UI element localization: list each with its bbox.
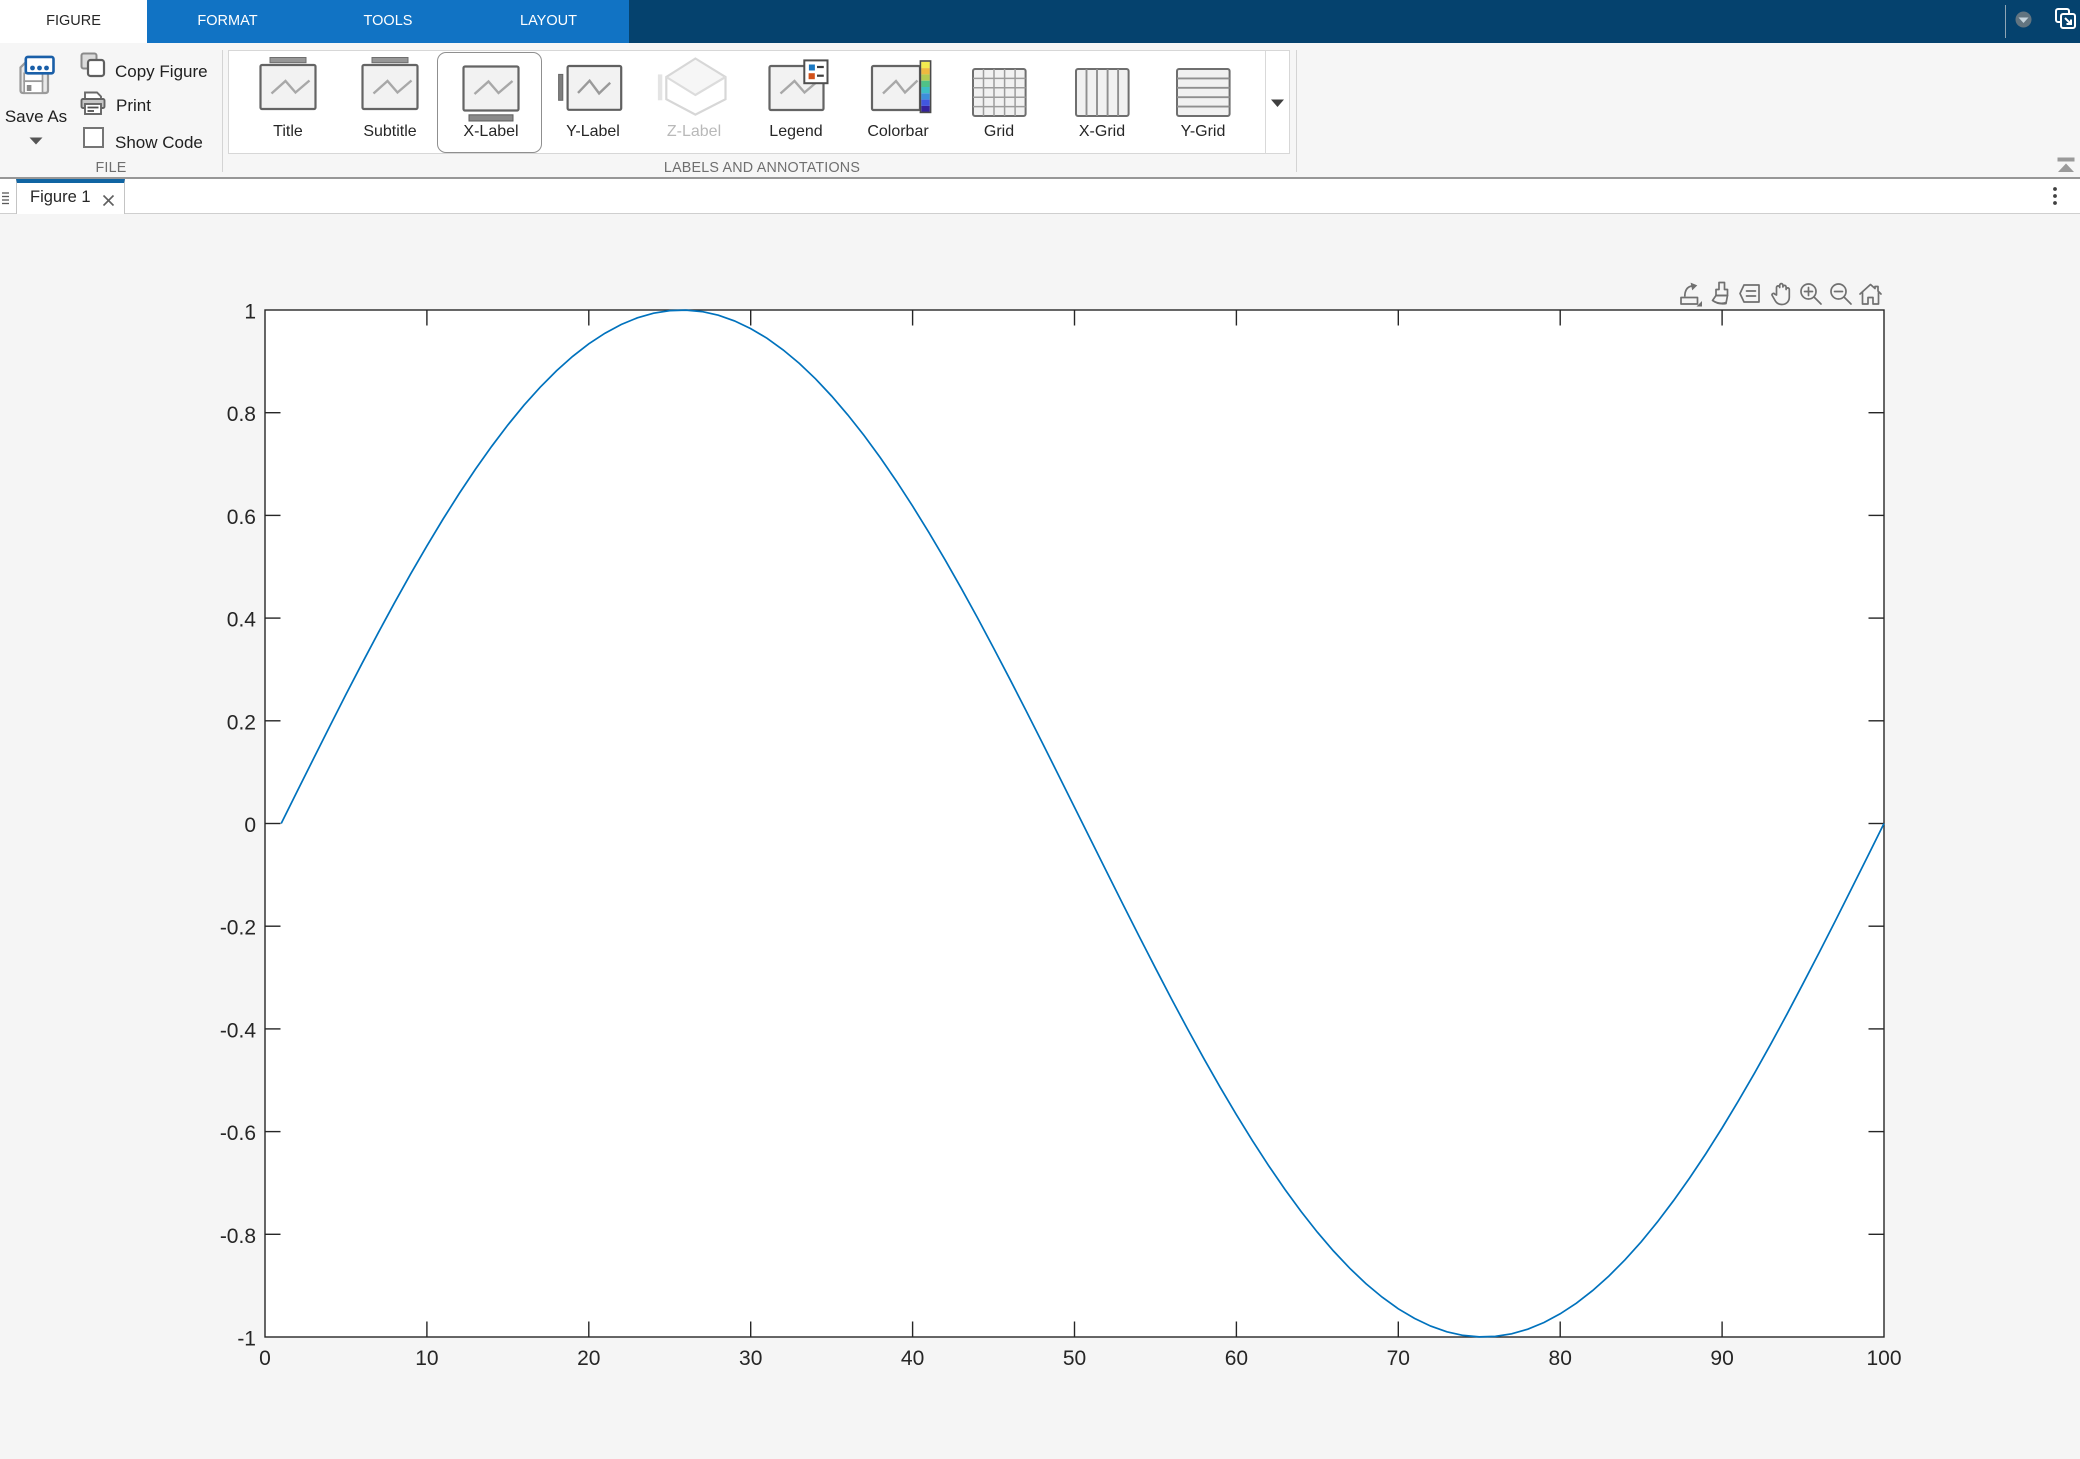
- svg-text:0: 0: [259, 1347, 271, 1370]
- svg-text:60: 60: [1225, 1347, 1248, 1370]
- svg-text:-0.8: -0.8: [220, 1225, 256, 1248]
- svg-text:80: 80: [1549, 1347, 1572, 1370]
- svg-text:50: 50: [1063, 1347, 1086, 1370]
- svg-text:30: 30: [739, 1347, 762, 1370]
- svg-text:0.4: 0.4: [227, 609, 257, 632]
- svg-text:40: 40: [901, 1347, 924, 1370]
- svg-text:70: 70: [1387, 1347, 1410, 1370]
- svg-text:1: 1: [244, 301, 256, 324]
- svg-text:0.8: 0.8: [227, 403, 256, 426]
- svg-text:-1: -1: [237, 1328, 256, 1351]
- svg-text:10: 10: [415, 1347, 438, 1370]
- svg-text:100: 100: [1866, 1347, 1901, 1370]
- svg-text:90: 90: [1710, 1347, 1733, 1370]
- svg-text:-0.2: -0.2: [220, 917, 256, 940]
- svg-text:-0.4: -0.4: [220, 1019, 257, 1042]
- svg-text:-0.6: -0.6: [220, 1122, 256, 1145]
- svg-text:0: 0: [244, 814, 256, 837]
- svg-text:0.2: 0.2: [227, 711, 256, 734]
- svg-text:20: 20: [577, 1347, 600, 1370]
- svg-text:0.6: 0.6: [227, 506, 256, 529]
